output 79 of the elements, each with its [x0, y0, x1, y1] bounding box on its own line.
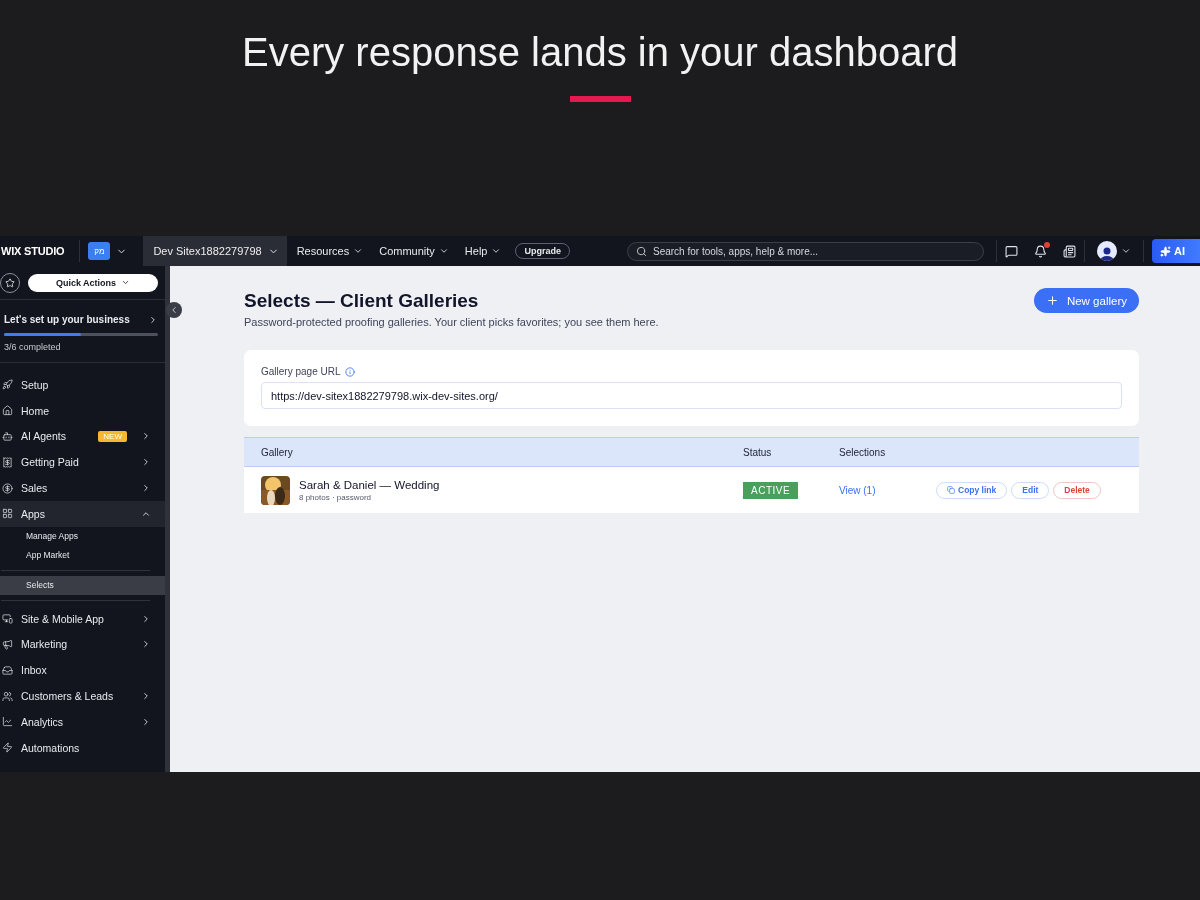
page-subtitle: Password-protected proofing galleries. Your client picks favorites; you see them here. [244, 316, 659, 328]
status-badge: ACTIVE [743, 481, 799, 499]
menu-icon [2, 664, 13, 676]
sidebar-item[interactable]: Getting Paid [0, 449, 165, 476]
avatar[interactable] [1097, 241, 1117, 261]
sidebar-item[interactable]: Site & Mobile App [0, 605, 165, 632]
menu-icon [2, 431, 13, 442]
menu-icon [2, 456, 13, 468]
chevron-right-icon [141, 639, 151, 650]
sidebar-item[interactable]: Sales [0, 475, 165, 501]
chevron-down-icon [353, 246, 364, 256]
chevron-down-icon [121, 278, 131, 287]
bell-icon[interactable] [1034, 244, 1047, 258]
search-field[interactable]: Search for tools, apps, help & more... [627, 241, 984, 261]
chevron-right-icon [141, 483, 151, 494]
nav-menu[interactable]: Resources [296, 245, 364, 257]
menu-icon [2, 482, 13, 494]
chevron-down-icon[interactable] [1121, 246, 1131, 256]
view-link[interactable]: View (1) [839, 484, 876, 496]
chevron-right-icon [148, 314, 158, 325]
chat-icon[interactable] [1005, 244, 1018, 258]
sidebar-item[interactable]: Customers & Leads [0, 683, 165, 709]
column-header: Status [743, 446, 773, 458]
menu-icon [2, 379, 13, 391]
sidebar-item[interactable]: Home [0, 397, 165, 424]
news-icon[interactable] [1063, 244, 1076, 258]
menu-icon [2, 508, 13, 520]
setup-card[interactable]: Let's set up your business 3/6 completed [0, 300, 165, 363]
sidebar-item[interactable]: AI Agents NEW [0, 423, 165, 450]
sidebar-item[interactable]: Inbox [0, 657, 165, 684]
sidebar-item[interactable]: Marketing [0, 631, 165, 658]
menu-icon [2, 690, 13, 702]
new-gallery-button[interactable]: New gallery [1033, 288, 1139, 313]
chevron-right-icon [141, 457, 151, 468]
sidebar-subitem[interactable]: Selects [0, 575, 165, 595]
collapse-button[interactable] [166, 302, 182, 318]
chevron-down-icon [491, 246, 502, 256]
setup-title: Let's set up your business [4, 314, 130, 325]
sidebar-subitem[interactable]: Manage Apps [0, 526, 165, 546]
url-field[interactable]: https://dev-sitex1882279798.wix-dev-sites.org/ [261, 382, 1122, 409]
menu-icon [2, 405, 13, 417]
ai-button[interactable]: AI [1152, 239, 1200, 263]
menu-icon [2, 638, 13, 650]
sidebar-subitem[interactable]: App Market [0, 545, 165, 565]
site-switcher[interactable]: Dev Sitex1882279798 [143, 236, 287, 266]
nav-menu[interactable]: Help [464, 245, 502, 257]
chevron-right-icon [141, 691, 151, 702]
menu-icon [2, 716, 13, 728]
plus-icon [1045, 294, 1059, 307]
accent-bar [569, 96, 631, 102]
nav-menu[interactable]: Community [379, 245, 449, 257]
search-icon [636, 245, 647, 257]
column-header: Gallery [261, 446, 294, 458]
sidebar-item[interactable]: Automations [0, 734, 165, 761]
field-label: Gallery page URL [261, 366, 1122, 377]
chevron-right-icon [141, 431, 151, 442]
brand-logo: WIX STUDIO [0, 245, 66, 257]
new-badge: NEW [98, 431, 127, 442]
star-icon [5, 277, 15, 288]
chevron-left-icon [169, 305, 179, 315]
chevron-right-icon [141, 716, 151, 727]
sparkle-icon [1160, 245, 1171, 257]
search-input[interactable]: Search for tools, apps, help & more... [653, 245, 975, 257]
sidebar-item[interactable]: Apps [0, 501, 165, 527]
copy-icon [947, 486, 955, 494]
sidebar-item[interactable]: Analytics [0, 708, 165, 735]
chevron-down-icon [438, 246, 449, 256]
quick-actions-button[interactable]: Quick Actions [28, 273, 158, 292]
menu-icon [2, 742, 13, 754]
headline: Every response lands in your dashboard [242, 29, 958, 75]
chevron-right-icon [141, 613, 151, 624]
progress-label: 3/6 completed [4, 342, 62, 352]
gallery-meta: 8 photos · password [299, 492, 373, 502]
menu-icon [2, 613, 13, 625]
page-title: Selects — Client Galleries [244, 289, 480, 313]
column-header: Selections [839, 446, 887, 458]
site-logo[interactable]: מק [88, 242, 111, 260]
sidebar-item[interactable]: Setup [0, 372, 165, 398]
gallery-name: Sarah & Daniel — Wedding [299, 478, 440, 491]
